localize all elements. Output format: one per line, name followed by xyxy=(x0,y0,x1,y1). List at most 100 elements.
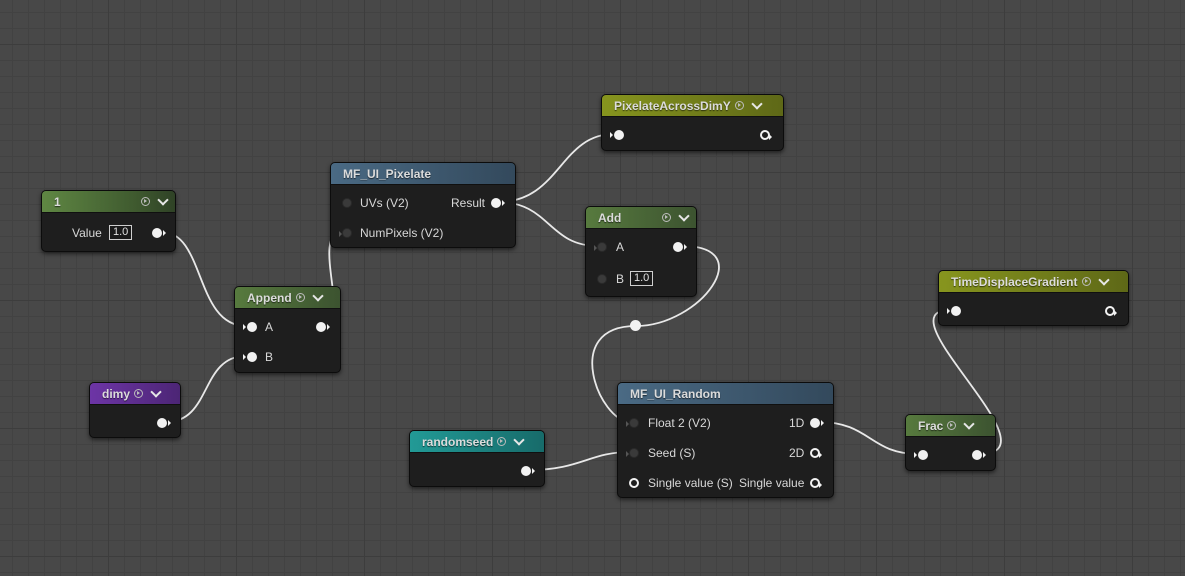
random-node-header[interactable]: MF_UI_Random xyxy=(618,383,833,405)
preview-toggle-icon[interactable] xyxy=(134,389,144,398)
frac-node-header[interactable]: Frac xyxy=(906,415,995,437)
randomseed-parameter-node[interactable]: randomseed xyxy=(409,430,545,487)
time-displace-pins-row xyxy=(939,301,1128,321)
output-pin-single[interactable] xyxy=(810,478,822,488)
output-pin-result[interactable] xyxy=(491,198,505,208)
preview-toggle-icon[interactable] xyxy=(662,213,671,222)
input-pin-numpixels[interactable] xyxy=(339,228,352,238)
frac-pins-row xyxy=(906,445,995,465)
add-b-row: B 1.0 xyxy=(586,269,696,289)
result-label: Result xyxy=(451,196,486,210)
input-pin-float2[interactable] xyxy=(626,418,639,428)
input-pin-b[interactable] xyxy=(243,352,257,362)
dimy-output-row xyxy=(90,413,180,433)
pixelate-numpixels-row: NumPixels (V2) xyxy=(331,223,515,243)
randomseed-output-row xyxy=(410,461,544,481)
preview-toggle-icon[interactable] xyxy=(497,437,507,446)
pixelate-across-pins-row xyxy=(602,125,783,145)
pin-b-label: B xyxy=(265,350,274,364)
constant-node-header[interactable]: 1 xyxy=(42,191,175,213)
input-pin-a[interactable] xyxy=(594,242,607,252)
single-in-label: Single value (S) xyxy=(648,476,733,490)
input-pin-a[interactable] xyxy=(243,322,257,332)
output-pin[interactable] xyxy=(521,466,535,476)
node-title: Append xyxy=(247,290,292,305)
preview-toggle-icon[interactable] xyxy=(141,197,150,206)
seed-label: Seed (S) xyxy=(648,446,696,460)
output-pin-2d[interactable] xyxy=(810,448,822,458)
chevron-down-icon[interactable] xyxy=(751,97,763,110)
value-label: Value xyxy=(72,226,102,240)
node-title: 1 xyxy=(54,194,61,209)
append-b-row: B xyxy=(235,347,340,367)
output-pin[interactable] xyxy=(673,242,687,252)
uvs-label: UVs (V2) xyxy=(360,196,409,210)
pixelate-across-node-header[interactable]: PixelateAcrossDimY xyxy=(602,95,783,117)
wire-randomseed-to-seed xyxy=(529,451,631,471)
material-graph-canvas[interactable]: 1 Value 1.0 dimy Append A B MF_UI_Pixela… xyxy=(0,0,1185,576)
node-title: Add xyxy=(598,210,622,225)
pin-a-label: A xyxy=(265,320,274,334)
input-pin-seed[interactable] xyxy=(626,448,639,458)
time-displace-node-header[interactable]: TimeDisplaceGradient xyxy=(939,271,1128,293)
output-pin[interactable] xyxy=(1105,306,1117,316)
random-function-node[interactable]: MF_UI_Random Float 2 (V2) 1D Seed (S) 2D… xyxy=(617,382,834,498)
node-title: randomseed xyxy=(422,434,494,449)
pixelate-uvs-row: UVs (V2) Result xyxy=(331,193,515,213)
append-node[interactable]: Append A B xyxy=(234,286,341,373)
numpixels-label: NumPixels (V2) xyxy=(360,226,444,240)
input-pin-single[interactable] xyxy=(629,478,639,488)
chevron-down-icon[interactable] xyxy=(678,209,690,222)
output-pin-1d[interactable] xyxy=(810,418,824,428)
node-title: dimy xyxy=(102,386,131,401)
chevron-down-icon[interactable] xyxy=(157,193,169,206)
chevron-down-icon[interactable] xyxy=(513,433,526,446)
pixelate-function-node[interactable]: MF_UI_Pixelate UVs (V2) Result NumPixels… xyxy=(330,162,516,248)
constant-node[interactable]: 1 Value 1.0 xyxy=(41,190,176,252)
input-pin[interactable] xyxy=(914,450,928,460)
pin-b-label: B xyxy=(616,272,625,286)
preview-toggle-icon[interactable] xyxy=(947,421,957,430)
output-pin[interactable] xyxy=(972,450,986,460)
chevron-down-icon[interactable] xyxy=(1097,273,1110,286)
output-pin[interactable] xyxy=(316,322,330,332)
chevron-down-icon[interactable] xyxy=(312,289,324,302)
add-node[interactable]: Add A B 1.0 xyxy=(585,206,697,297)
out-1d-label: 1D xyxy=(789,416,805,430)
dimy-node-header[interactable]: dimy xyxy=(90,383,180,405)
dimy-parameter-node[interactable]: dimy xyxy=(89,382,181,438)
add-node-header[interactable]: Add xyxy=(586,207,696,229)
pixelate-across-dimy-node[interactable]: PixelateAcrossDimY xyxy=(601,94,784,151)
add-a-row: A xyxy=(586,237,696,257)
pin-a-label: A xyxy=(616,240,625,254)
chevron-down-icon[interactable] xyxy=(963,417,976,430)
preview-toggle-icon[interactable] xyxy=(295,293,305,302)
pixelate-node-header[interactable]: MF_UI_Pixelate xyxy=(331,163,515,185)
node-title: MF_UI_Pixelate xyxy=(343,166,432,181)
output-pin[interactable] xyxy=(760,130,772,140)
preview-toggle-icon[interactable] xyxy=(734,101,744,110)
output-pin[interactable] xyxy=(152,228,166,238)
b-value-field[interactable]: 1.0 xyxy=(630,271,654,286)
input-pin[interactable] xyxy=(610,130,624,140)
random-float2-row: Float 2 (V2) 1D xyxy=(618,413,833,433)
randomseed-node-header[interactable]: randomseed xyxy=(410,431,544,453)
reroute-knot[interactable] xyxy=(630,320,641,331)
constant-value-row: Value 1.0 xyxy=(42,223,175,243)
node-title: PixelateAcrossDimY xyxy=(614,98,731,113)
input-pin[interactable] xyxy=(947,306,961,316)
time-displace-gradient-node[interactable]: TimeDisplaceGradient xyxy=(938,270,1129,326)
input-pin-b[interactable] xyxy=(597,274,607,284)
output-pin[interactable] xyxy=(157,418,171,428)
random-single-row: Single value (S) Single value xyxy=(618,473,833,493)
preview-toggle-icon[interactable] xyxy=(1081,277,1091,286)
append-node-header[interactable]: Append xyxy=(235,287,340,309)
append-a-row: A xyxy=(235,317,340,337)
value-field[interactable]: 1.0 xyxy=(109,225,133,240)
chevron-down-icon[interactable] xyxy=(150,385,162,398)
node-title: TimeDisplaceGradient xyxy=(951,274,1078,289)
node-title: MF_UI_Random xyxy=(630,386,721,401)
random-seed-row: Seed (S) 2D xyxy=(618,443,833,463)
input-pin-uvs[interactable] xyxy=(342,198,352,208)
frac-node[interactable]: Frac xyxy=(905,414,996,471)
